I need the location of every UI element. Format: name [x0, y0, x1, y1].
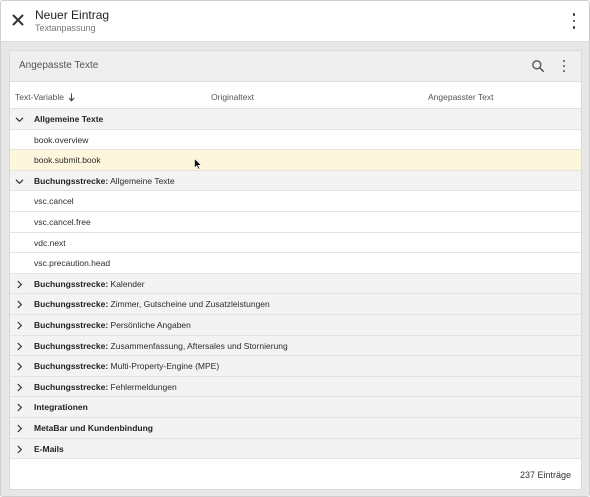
group-row[interactable]: Integrationen: [10, 397, 581, 418]
chevron-right-icon[interactable]: [15, 424, 24, 433]
text-variable-cell: vdc.next: [34, 237, 66, 248]
group-label: E-Mails: [34, 443, 64, 454]
text-variable-cell: vsc.cancel.free: [34, 216, 91, 227]
group-label: Integrationen: [34, 402, 88, 413]
title-block: Neuer Eintrag Textanpassung: [35, 8, 109, 34]
more-menu-button[interactable]: [569, 13, 579, 29]
table-row[interactable]: vsc.precaution.head: [10, 253, 581, 274]
column-header-custom[interactable]: Angepasster Text: [428, 92, 494, 102]
mouse-cursor-icon: [194, 158, 202, 170]
column-header-text-variable[interactable]: Text-Variable: [15, 92, 75, 102]
column-header-original[interactable]: Originaltext: [211, 92, 254, 102]
card-more-button[interactable]: [560, 60, 568, 72]
group-label: Allgemeine Texte: [34, 114, 104, 124]
table-footer: 237 Einträge: [10, 461, 581, 489]
group-row[interactable]: Buchungsstrecke: Allgemeine Texte: [10, 170, 581, 192]
group-label: Buchungsstrecke: Zusammenfassung, Afters…: [34, 340, 288, 351]
group-label: Buchungsstrecke: Kalender: [34, 278, 145, 289]
chevron-right-icon[interactable]: [15, 321, 24, 330]
table-row[interactable]: book.overview: [10, 129, 581, 151]
table-row[interactable]: vdc.next: [10, 232, 581, 254]
group-row[interactable]: Buchungsstrecke: Zimmer, Gutscheine und …: [10, 294, 581, 315]
chevron-right-icon[interactable]: [15, 280, 24, 289]
close-icon: [12, 14, 24, 26]
group-label: MetaBar und Kundenbindung: [34, 422, 153, 433]
search-button[interactable]: [531, 59, 545, 73]
dialog-window: Neuer Eintrag Textanpassung Angepasste T…: [0, 0, 590, 497]
table-body: Allgemeine Texte book.overview book.submit…: [10, 109, 581, 460]
card-header: Angepasste Texte: [10, 51, 581, 82]
chevron-down-icon[interactable]: [15, 177, 24, 186]
group-row[interactable]: MetaBar und Kundenbindung: [10, 417, 581, 439]
card-title: Angepasste Texte: [19, 60, 99, 71]
group-row[interactable]: Buchungsstrecke: Fehlermeldungen: [10, 376, 581, 398]
table-row[interactable]: vsc.cancel: [10, 191, 581, 212]
more-vert-icon: [563, 60, 565, 62]
group-label: Buchungsstrecke: Persönliche Angaben: [34, 319, 191, 330]
group-label: Buchungsstrecke: Multi-Property-Engine (…: [34, 361, 220, 372]
group-row[interactable]: Buchungsstrecke: Kalender: [10, 273, 581, 295]
page-title: Neuer Eintrag: [35, 8, 110, 22]
text-variable-cell: book.overview: [34, 134, 89, 145]
top-bar: Neuer Eintrag Textanpassung: [1, 1, 589, 42]
table-header: Text-Variable Originaltext Angepasster T…: [10, 82, 581, 109]
group-row[interactable]: Allgemeine Texte: [10, 109, 581, 130]
group-label: Buchungsstrecke: Zimmer, Gutscheine und …: [34, 299, 270, 310]
table-row[interactable]: vsc.cancel.free: [10, 211, 581, 233]
more-vert-icon: [572, 13, 576, 16]
group-row[interactable]: Buchungsstrecke: Persönliche Angaben: [10, 314, 581, 336]
chevron-right-icon[interactable]: [15, 403, 24, 412]
group-label: Buchungsstrecke: Fehlermeldungen: [34, 381, 177, 392]
arrow-down-icon: [68, 93, 75, 102]
chevron-down-icon[interactable]: [15, 115, 24, 124]
chevron-right-icon[interactable]: [15, 383, 24, 392]
text-variable-cell: book.submit.book: [34, 155, 101, 166]
group-label: Buchungsstrecke: Allgemeine Texte: [34, 175, 175, 186]
content-area: Angepasste Texte Text-Variable Originalt…: [1, 42, 589, 496]
table-row[interactable]: book.submit.book: [10, 150, 581, 171]
chevron-right-icon[interactable]: [15, 300, 24, 309]
group-row[interactable]: Buchungsstrecke: Zusammenfassung, Afters…: [10, 335, 581, 357]
chevron-right-icon[interactable]: [15, 445, 24, 454]
chevron-right-icon[interactable]: [15, 362, 24, 371]
page-subtitle: Textanpassung: [35, 23, 96, 33]
group-row[interactable]: E-Mails: [10, 438, 581, 460]
search-icon: [532, 60, 544, 72]
chevron-right-icon[interactable]: [15, 342, 24, 351]
entry-count: 237 Einträge: [519, 470, 571, 480]
texts-card: Angepasste Texte Text-Variable Originalt…: [10, 51, 581, 489]
close-button[interactable]: [9, 11, 27, 29]
group-row[interactable]: Buchungsstrecke: Multi-Property-Engine (…: [10, 356, 581, 377]
text-variable-cell: vsc.precaution.head: [34, 258, 111, 269]
text-variable-cell: vsc.cancel: [34, 196, 74, 207]
